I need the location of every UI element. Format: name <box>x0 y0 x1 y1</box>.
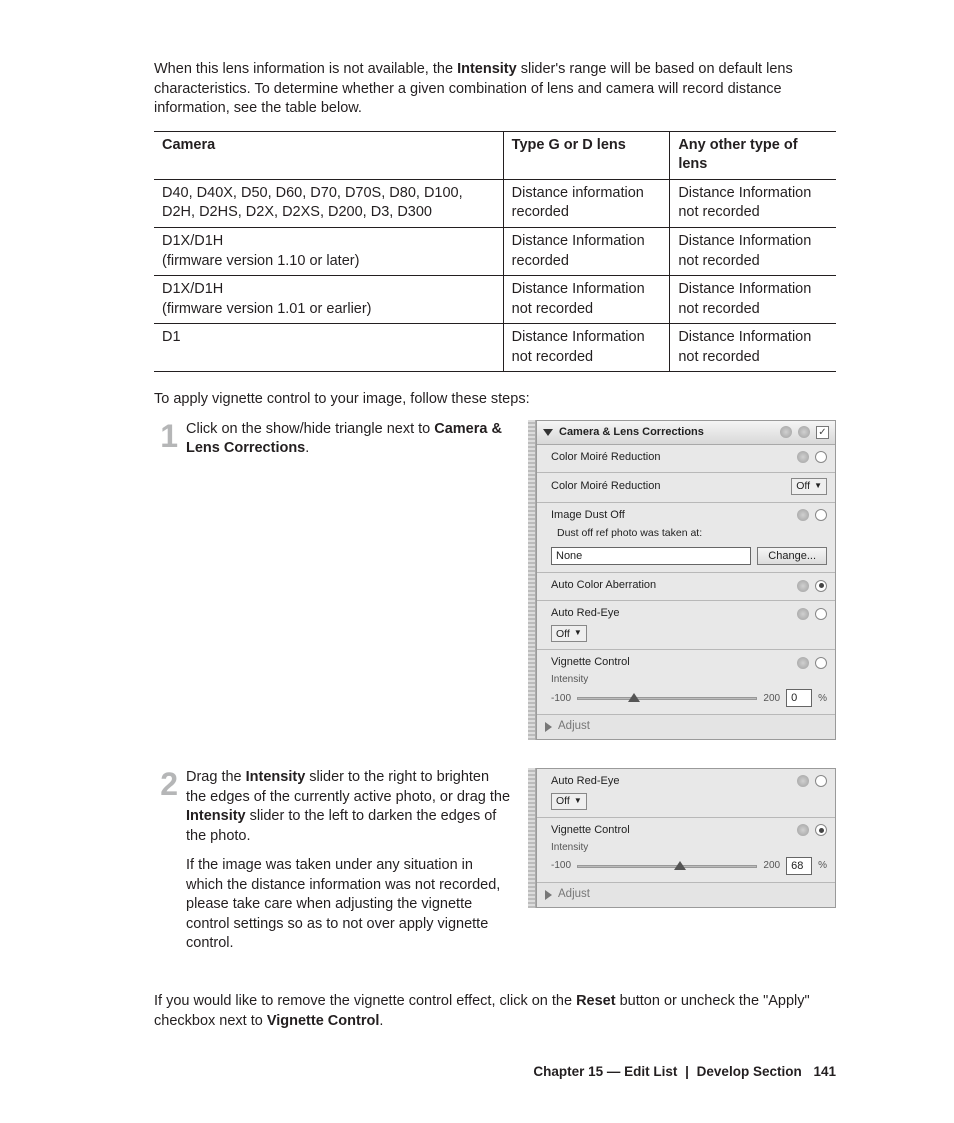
follow-steps-text: To apply vignette control to your image,… <box>154 390 836 410</box>
step-2: 2 Drag the Intensity slider to the right… <box>154 768 836 964</box>
reset-icon[interactable] <box>797 451 809 463</box>
slider-min: -100 <box>551 692 571 706</box>
link-icon[interactable] <box>780 426 792 438</box>
page-footer: Chapter 15 — Edit List | Develop Section… <box>154 1063 836 1081</box>
chevron-down-icon: ▼ <box>574 796 582 807</box>
slider-thumb-icon[interactable] <box>674 861 686 870</box>
apply-radio[interactable] <box>815 451 827 463</box>
vignette-label: Vignette Control <box>551 823 791 838</box>
reset-icon[interactable] <box>797 580 809 592</box>
table-row: D1X/D1H (firmware version 1.10 or later)… <box>154 227 836 275</box>
change-button[interactable]: Change... <box>757 547 827 566</box>
intensity-label: Intensity <box>551 673 827 687</box>
th-otherlens: Any other type of lens <box>670 131 836 179</box>
panel-header[interactable]: Camera & Lens Corrections ✓ <box>537 421 835 445</box>
corrections-panel-2: Auto Red-Eye Off ▼ Vignette Control <box>528 768 836 908</box>
chevron-down-icon: ▼ <box>814 481 822 492</box>
auto-color-aberration-label: Auto Color Aberration <box>551 578 791 593</box>
panel-grip[interactable] <box>528 420 536 740</box>
page-number: 141 <box>813 1064 836 1079</box>
closing-paragraph: If you would like to remove the vignette… <box>154 992 836 1031</box>
slider-max: 200 <box>763 692 780 706</box>
adjust-section[interactable]: Adjust <box>537 883 835 907</box>
intensity-bold: Intensity <box>457 61 517 77</box>
step2-text2: If the image was taken under any situati… <box>186 856 512 954</box>
slider-min: -100 <box>551 859 571 873</box>
th-gdlens: Type G or D lens <box>503 131 670 179</box>
step-number: 2 <box>154 768 178 964</box>
redeye-dropdown[interactable]: Off ▼ <box>551 793 587 810</box>
reset-icon[interactable] <box>797 657 809 669</box>
slider-thumb-icon[interactable] <box>628 693 640 702</box>
dust-subtext: Dust off ref photo was taken at: <box>551 522 827 546</box>
disclosure-triangle-icon[interactable] <box>545 722 552 732</box>
apply-radio[interactable] <box>815 657 827 669</box>
dust-ref-input[interactable]: None <box>551 547 751 565</box>
intro-text: When this lens information is not availa… <box>154 61 457 77</box>
th-camera: Camera <box>154 131 503 179</box>
redeye-dropdown[interactable]: Off ▼ <box>551 625 587 642</box>
adjust-label: Adjust <box>558 887 590 903</box>
reset-icon[interactable] <box>797 824 809 836</box>
moire-dropdown[interactable]: Off ▼ <box>791 478 827 495</box>
auto-redeye-label: Auto Red-Eye <box>551 774 791 789</box>
intro-paragraph: When this lens information is not availa… <box>154 60 836 119</box>
table-row: D1X/D1H (firmware version 1.01 or earlie… <box>154 276 836 324</box>
adjust-section[interactable]: Adjust <box>537 715 835 739</box>
color-moire-label: Color Moiré Reduction <box>551 450 791 465</box>
apply-radio[interactable] <box>815 608 827 620</box>
slider-max: 200 <box>763 859 780 873</box>
step-number: 1 <box>154 420 178 469</box>
apply-checkbox[interactable]: ✓ <box>816 426 829 439</box>
color-moire-label2: Color Moiré Reduction <box>551 479 785 494</box>
apply-radio[interactable] <box>815 580 827 592</box>
adjust-label: Adjust <box>558 719 590 735</box>
panel-grip[interactable] <box>528 768 536 908</box>
reset-icon[interactable] <box>797 509 809 521</box>
dust-off-label: Image Dust Off <box>551 508 791 523</box>
apply-radio[interactable] <box>815 824 827 836</box>
reset-icon[interactable] <box>797 608 809 620</box>
percent-label: % <box>818 859 827 873</box>
percent-label: % <box>818 692 827 706</box>
chevron-down-icon: ▼ <box>574 628 582 639</box>
vignette-label: Vignette Control <box>551 655 791 670</box>
apply-radio[interactable] <box>815 509 827 521</box>
table-row: D40, D40X, D50, D60, D70, D70S, D80, D10… <box>154 179 836 227</box>
footer-section: Develop Section <box>697 1064 802 1079</box>
intensity-slider[interactable] <box>577 865 757 868</box>
intensity-label: Intensity <box>551 841 827 855</box>
panel-title: Camera & Lens Corrections <box>559 425 774 440</box>
table-row: D1 Distance Information not recorded Dis… <box>154 324 836 372</box>
reset-icon[interactable] <box>798 426 810 438</box>
disclosure-triangle-icon[interactable] <box>545 890 552 900</box>
lens-compatibility-table: Camera Type G or D lens Any other type o… <box>154 131 836 373</box>
step-1: 1 Click on the show/hide triangle next t… <box>154 420 836 740</box>
reset-icon[interactable] <box>797 775 809 787</box>
intensity-value-input[interactable]: 68 <box>786 857 812 875</box>
intensity-slider[interactable] <box>577 697 757 700</box>
step2-text1: Drag the Intensity slider to the right t… <box>186 768 512 846</box>
apply-radio[interactable] <box>815 775 827 787</box>
footer-chapter: Chapter 15 — Edit List <box>533 1064 677 1079</box>
step1-text: Click on the show/hide triangle next to … <box>186 420 512 459</box>
intensity-value-input[interactable]: 0 <box>786 689 812 707</box>
disclosure-triangle-icon[interactable] <box>543 429 553 436</box>
auto-redeye-label: Auto Red-Eye <box>551 606 791 621</box>
footer-divider: | <box>685 1064 689 1079</box>
corrections-panel: Camera & Lens Corrections ✓ Color Moiré … <box>528 420 836 740</box>
